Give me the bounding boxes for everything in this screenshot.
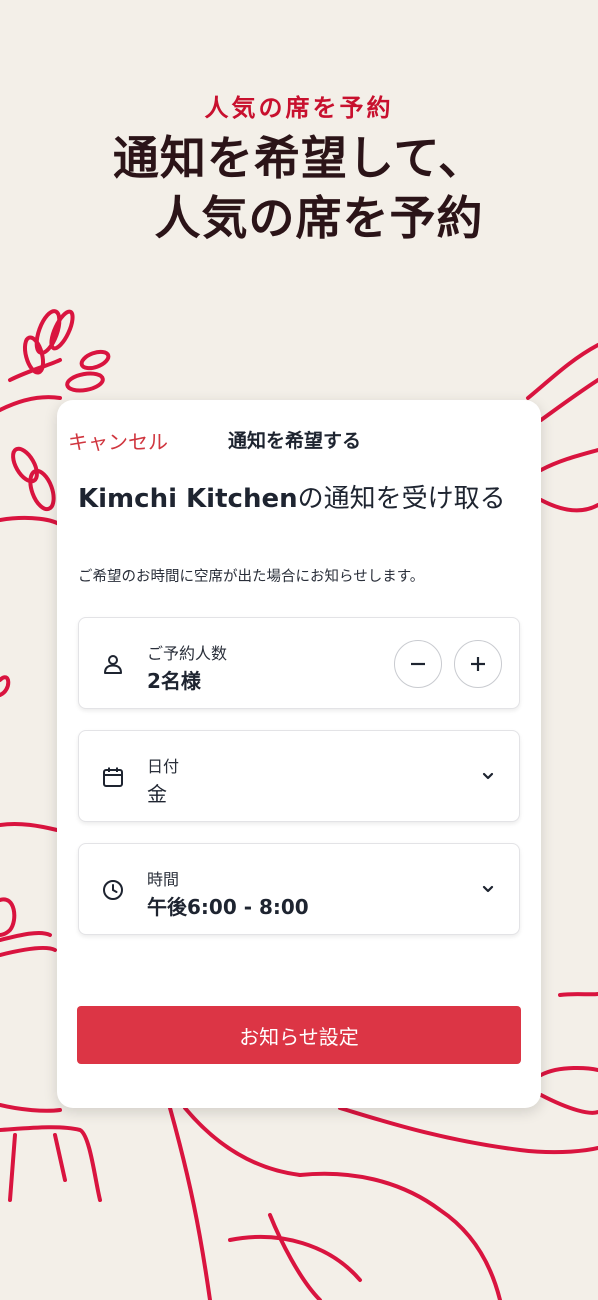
minus-icon — [411, 662, 425, 666]
time-value: 午後6:00 - 8:00 — [147, 895, 309, 919]
sheet-title: 通知を希望する — [228, 430, 362, 452]
date-field[interactable]: 日付 金 — [78, 730, 520, 822]
time-label: 時間 — [147, 870, 180, 889]
promo-title: 通知を希望して、 人気の席を予約 — [0, 128, 598, 248]
clock-icon — [103, 880, 123, 900]
restaurant-name: Kimchi Kitchen — [78, 484, 298, 514]
heading-suffix: の通知を受け取る — [297, 484, 506, 514]
promo-title-line-2: 人気の席を予約 — [154, 191, 484, 245]
party-size-label: ご予約人数 — [147, 644, 228, 663]
chevron-down-icon[interactable] — [481, 882, 495, 896]
date-label: 日付 — [147, 757, 180, 776]
decrease-party-button[interactable] — [394, 640, 442, 688]
party-size-field: ご予約人数 2名様 — [78, 617, 520, 709]
date-value: 金 — [147, 782, 167, 806]
promo-subtitle: 人気の席を予約 — [204, 93, 394, 122]
restaurant-heading: Kimchi Kitchenの通知を受け取る — [78, 478, 506, 515]
calendar-icon — [103, 767, 123, 787]
chevron-down-icon[interactable] — [481, 769, 495, 783]
promo-title-line-1: 通知を希望して、 — [112, 131, 486, 185]
person-icon — [104, 655, 122, 674]
time-field[interactable]: 時間 午後6:00 - 8:00 — [78, 843, 520, 935]
increase-party-button[interactable] — [454, 640, 502, 688]
party-size-value: 2名様 — [147, 669, 201, 693]
plus-icon — [471, 657, 485, 671]
set-notification-button[interactable]: お知らせ設定 — [77, 1006, 521, 1064]
cancel-button[interactable]: キャンセル — [68, 426, 168, 455]
notify-description: ご希望のお時間に空席が出た場合にお知らせします。 — [78, 569, 425, 585]
